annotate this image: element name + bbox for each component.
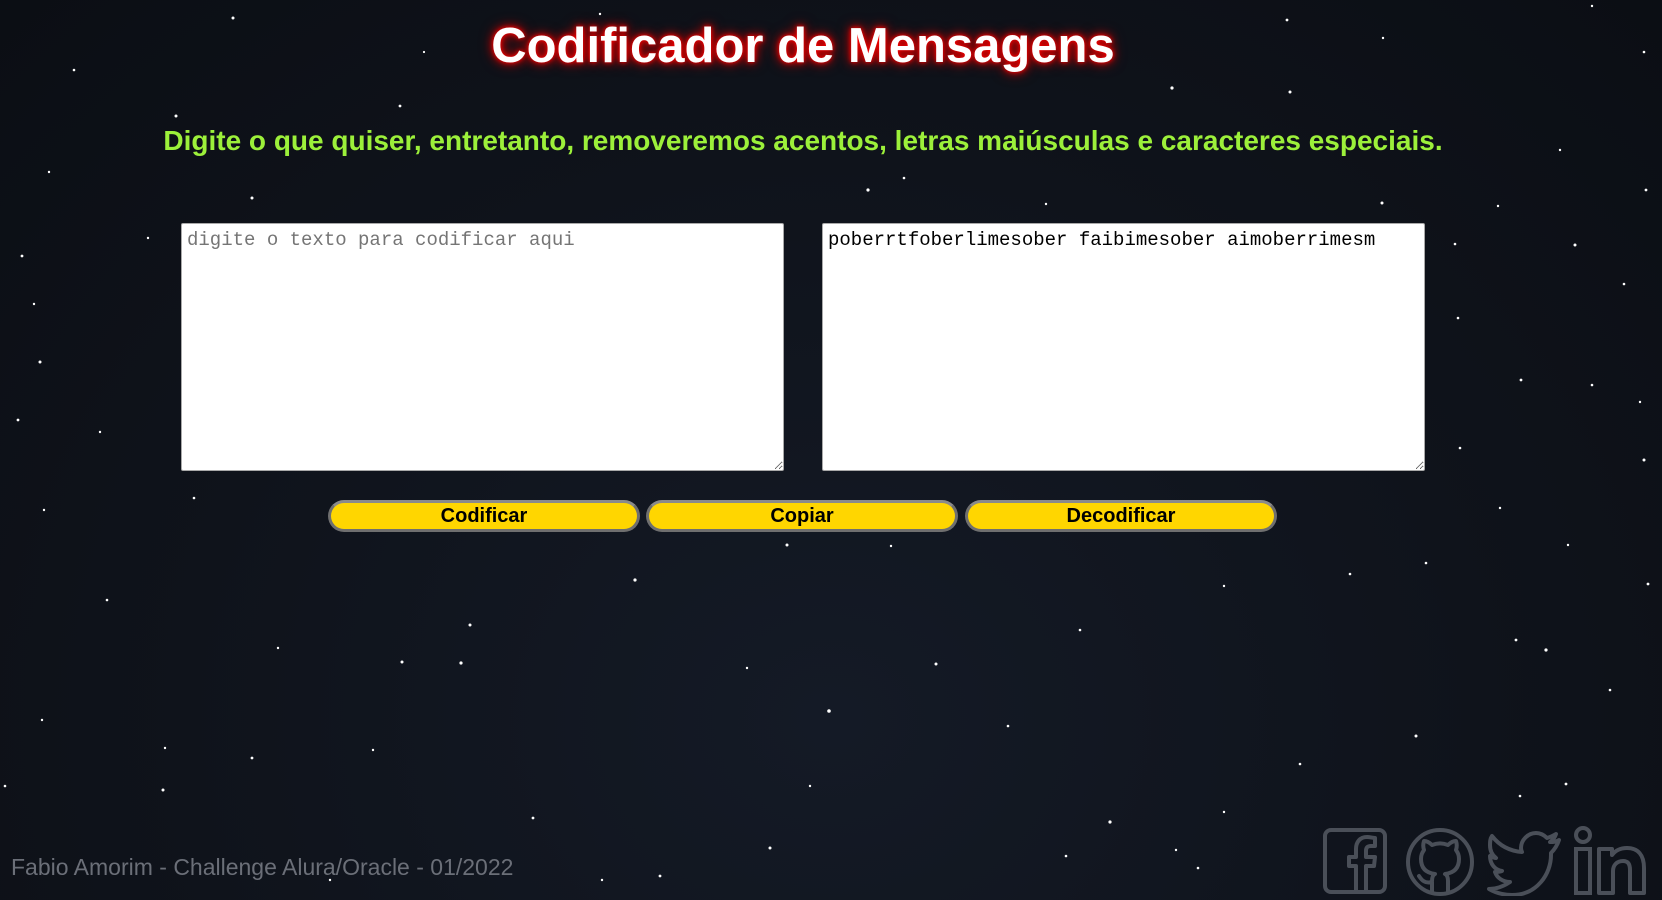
page-subtitle: Digite o que quiser, entretanto, remover… xyxy=(163,125,1443,156)
footer-credit: Fabio Amorim - Challenge Alura/Oracle - … xyxy=(11,854,514,880)
page-title: Codificador de Mensagens xyxy=(491,19,1115,73)
github-icon xyxy=(1406,828,1474,896)
facebook-link[interactable] xyxy=(1322,824,1388,896)
twitter-link[interactable] xyxy=(1485,824,1563,896)
github-link[interactable] xyxy=(1404,824,1476,896)
linkedin-icon xyxy=(1574,826,1646,895)
output-textarea[interactable]: poberrtfoberlimesober faibimesober aimob… xyxy=(822,223,1425,471)
facebook-icon xyxy=(1323,828,1387,894)
twitter-icon xyxy=(1487,831,1561,896)
encode-button[interactable]: Codificar xyxy=(328,500,640,532)
decode-button[interactable]: Decodificar xyxy=(965,500,1277,532)
linkedin-link[interactable] xyxy=(1572,824,1648,896)
copy-button[interactable]: Copiar xyxy=(646,500,958,532)
input-textarea[interactable] xyxy=(181,223,784,471)
